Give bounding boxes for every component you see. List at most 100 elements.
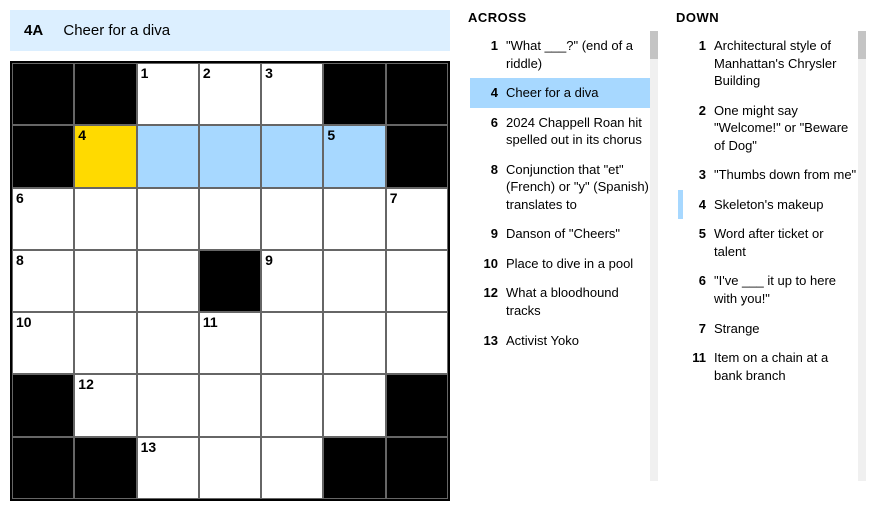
down-header: DOWN (676, 10, 866, 25)
grid-cell[interactable]: 9 (261, 250, 323, 312)
down-clue[interactable]: 4 Skeleton's makeup (678, 190, 866, 220)
clue-number: 6 (686, 272, 706, 307)
grid-cell[interactable] (199, 188, 261, 250)
grid-cell[interactable] (323, 312, 385, 374)
clue-text: Cheer for a diva (506, 84, 599, 102)
clue-number: 5 (686, 225, 706, 260)
grid-cell (12, 374, 74, 436)
across-clue[interactable]: 4 Cheer for a diva (470, 78, 658, 108)
clue-text: 2024 Chappell Roan hit spelled out in it… (506, 114, 650, 149)
clue-text: Skeleton's makeup (714, 196, 823, 214)
cell-number: 10 (16, 314, 32, 330)
grid-cell[interactable]: 10 (12, 312, 74, 374)
down-clue[interactable]: 11Item on a chain at a bank branch (678, 343, 866, 390)
grid-cell[interactable] (74, 250, 136, 312)
clue-text: Architectural style of Manhattan's Chrys… (714, 37, 858, 90)
grid-cell[interactable]: 11 (199, 312, 261, 374)
clue-text: What a bloodhound tracks (506, 284, 650, 319)
grid-cell (386, 374, 448, 436)
grid-cell (386, 125, 448, 187)
grid-cell[interactable]: 5 (323, 125, 385, 187)
cell-number: 7 (390, 190, 398, 206)
across-clue[interactable]: 1"What ___?" (end of a riddle) (470, 31, 658, 78)
clue-text: "Thumbs down from me" (714, 166, 856, 184)
grid-cell[interactable] (261, 125, 323, 187)
clue-number: 4 (478, 84, 498, 102)
grid-cell (386, 63, 448, 125)
crossword-grid[interactable]: 12345678910111213 (10, 61, 450, 501)
clue-number: 12 (478, 284, 498, 319)
grid-cell[interactable] (137, 125, 199, 187)
down-clue[interactable]: 3"Thumbs down from me" (678, 160, 866, 190)
across-list[interactable]: 1"What ___?" (end of a riddle) 4 Cheer for… (468, 31, 658, 481)
clue-number: 11 (686, 349, 706, 384)
grid-cell[interactable] (137, 312, 199, 374)
grid-cell[interactable] (137, 250, 199, 312)
grid-cell[interactable] (323, 188, 385, 250)
grid-cell (323, 437, 385, 499)
grid-cell[interactable] (323, 250, 385, 312)
cell-number: 3 (265, 65, 273, 81)
grid-cell[interactable] (261, 374, 323, 436)
down-list[interactable]: 1Architectural style of Manhattan's Chry… (676, 31, 866, 481)
grid-cell (386, 437, 448, 499)
clue-text: Place to dive in a pool (506, 255, 633, 273)
clue-number: 7 (686, 320, 706, 338)
grid-cell[interactable] (386, 312, 448, 374)
down-clue[interactable]: 5Word after ticket or talent (678, 219, 866, 266)
grid-cell[interactable]: 2 (199, 63, 261, 125)
across-clue[interactable]: 12What a bloodhound tracks (470, 278, 658, 325)
grid-cell[interactable] (323, 374, 385, 436)
down-clue[interactable]: 7 Strange (678, 314, 866, 344)
grid-cell (74, 63, 136, 125)
grid-cell[interactable]: 1 (137, 63, 199, 125)
clue-text: Word after ticket or talent (714, 225, 858, 260)
grid-cell[interactable] (137, 374, 199, 436)
cell-number: 12 (78, 376, 94, 392)
clue-number: 4 (686, 196, 706, 214)
across-clue[interactable]: 10Place to dive in a pool (470, 249, 658, 279)
down-clue[interactable]: 1Architectural style of Manhattan's Chry… (678, 31, 866, 96)
grid-cell[interactable] (199, 125, 261, 187)
cell-number: 1 (141, 65, 149, 81)
cell-number: 5 (327, 127, 335, 143)
grid-cell[interactable] (137, 188, 199, 250)
grid-cell[interactable]: 12 (74, 374, 136, 436)
grid-cell[interactable]: 4 (74, 125, 136, 187)
grid-cell[interactable] (386, 250, 448, 312)
clue-number: 13 (478, 332, 498, 350)
cell-number: 8 (16, 252, 24, 268)
down-clue[interactable]: 6"I've ___ it up to here with you!" (678, 266, 866, 313)
clue-text: Strange (714, 320, 760, 338)
cell-number: 2 (203, 65, 211, 81)
clue-text: Item on a chain at a bank branch (714, 349, 858, 384)
cell-number: 13 (141, 439, 157, 455)
across-clue[interactable]: 62024 Chappell Roan hit spelled out in i… (470, 108, 658, 155)
cell-number: 9 (265, 252, 273, 268)
grid-cell[interactable] (74, 188, 136, 250)
clue-text: One might say "Welcome!" or "Beware of D… (714, 102, 858, 155)
grid-cell[interactable]: 13 (137, 437, 199, 499)
grid-cell[interactable]: 8 (12, 250, 74, 312)
grid-cell[interactable]: 6 (12, 188, 74, 250)
clue-text: Danson of "Cheers" (506, 225, 620, 243)
cell-number: 11 (203, 314, 218, 330)
grid-cell[interactable]: 7 (386, 188, 448, 250)
across-clue[interactable]: 9Danson of "Cheers" (470, 219, 658, 249)
clue-number: 1 (478, 37, 498, 72)
clue-text: Conjunction that "et" (French) or "y" (S… (506, 161, 650, 214)
grid-cell[interactable]: 3 (261, 63, 323, 125)
grid-cell[interactable] (261, 188, 323, 250)
across-clue[interactable]: 13 Activist Yoko (470, 326, 658, 356)
clue-text: Activist Yoko (506, 332, 579, 350)
down-clue[interactable]: 2One might say "Welcome!" or "Beware of … (678, 96, 866, 161)
grid-cell[interactable] (74, 312, 136, 374)
grid-cell[interactable] (199, 437, 261, 499)
across-header: ACROSS (468, 10, 658, 25)
grid-cell[interactable] (261, 312, 323, 374)
across-clue[interactable]: 8Conjunction that "et" (French) or "y" (… (470, 155, 658, 220)
grid-cell[interactable] (199, 374, 261, 436)
current-clue-text: Cheer for a diva (63, 22, 170, 39)
grid-cell[interactable] (261, 437, 323, 499)
clue-number: 1 (686, 37, 706, 90)
